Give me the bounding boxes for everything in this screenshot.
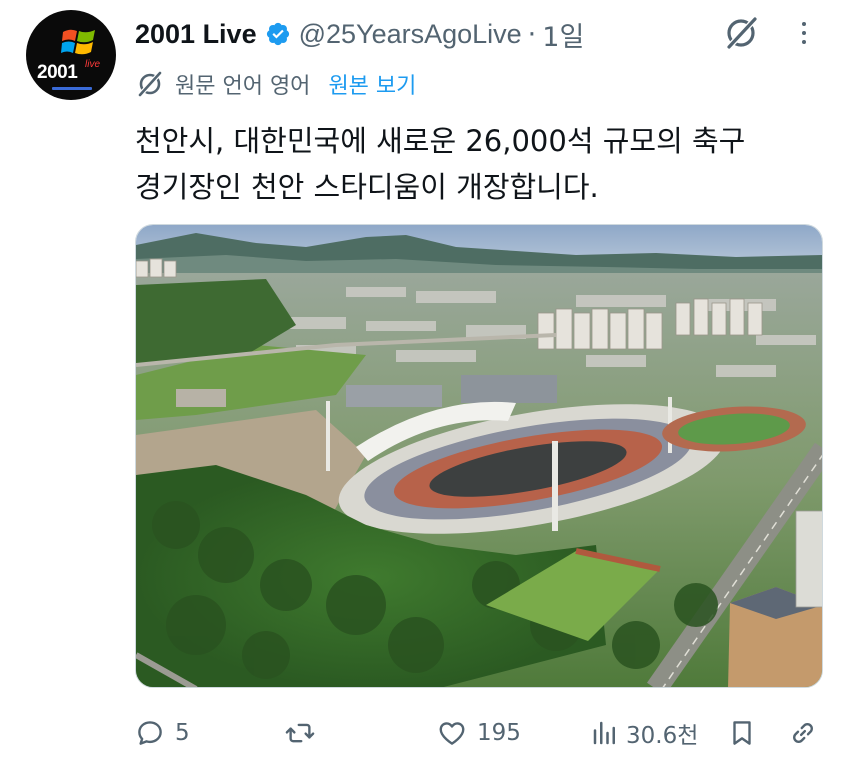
reply-button[interactable]: 5 <box>135 710 190 756</box>
verified-badge-icon[interactable] <box>265 21 291 47</box>
repost-button[interactable] <box>285 710 325 756</box>
grok-icon[interactable] <box>722 14 760 52</box>
share-button[interactable] <box>788 710 818 756</box>
avatar-bar <box>52 87 92 90</box>
tweet-text-line-2: 경기장인 천안 스타디움이 개장합니다. <box>135 170 599 204</box>
views-count: 30.6천 <box>626 723 699 749</box>
like-icon <box>439 722 465 745</box>
windows-flag-icon <box>61 29 95 55</box>
avatar-logo-text: 2001 <box>37 62 78 83</box>
reply-icon <box>138 721 162 745</box>
stadium-aerial-photo <box>136 225 822 687</box>
author-name[interactable]: 2001 Live <box>135 19 257 50</box>
translate-icon <box>138 71 162 97</box>
translation-row: 원문 언어 영어 원본 보기 <box>135 66 416 102</box>
tweet-actions: 5 195 30.6천 <box>0 710 850 756</box>
repost-icon <box>285 723 315 743</box>
bookmark-button[interactable] <box>727 710 757 756</box>
views-button[interactable]: 30.6천 <box>590 710 698 756</box>
translation-label: 원문 언어 영어 <box>175 74 311 99</box>
like-button[interactable]: 195 <box>437 710 521 756</box>
reply-count: 5 <box>175 720 190 746</box>
tweet-text: 천안시, 대한민국에 새로운 26,000석 규모의 축구 경기장인 천안 스타… <box>135 118 825 210</box>
tweet-text-line-1: 천안시, 대한민국에 새로운 26,000석 규모의 축구 <box>135 124 746 158</box>
avatar-logo-sub: live <box>85 59 101 70</box>
share-icon <box>793 723 813 743</box>
like-count: 195 <box>477 720 521 746</box>
avatar[interactable]: 2001 live <box>26 10 116 100</box>
tweet-time[interactable]: 1일 <box>542 15 584 54</box>
bookmark-icon <box>733 721 751 745</box>
views-icon <box>593 721 615 745</box>
show-original-link[interactable]: 원본 보기 <box>328 68 416 100</box>
tweet-image[interactable] <box>135 224 823 688</box>
more-icon[interactable] <box>792 16 816 50</box>
tweet-header: 2001 Live @25YearsAgoLive · 1일 <box>135 14 584 54</box>
author-handle[interactable]: @25YearsAgoLive <box>299 19 522 50</box>
separator-dot: · <box>527 18 537 50</box>
